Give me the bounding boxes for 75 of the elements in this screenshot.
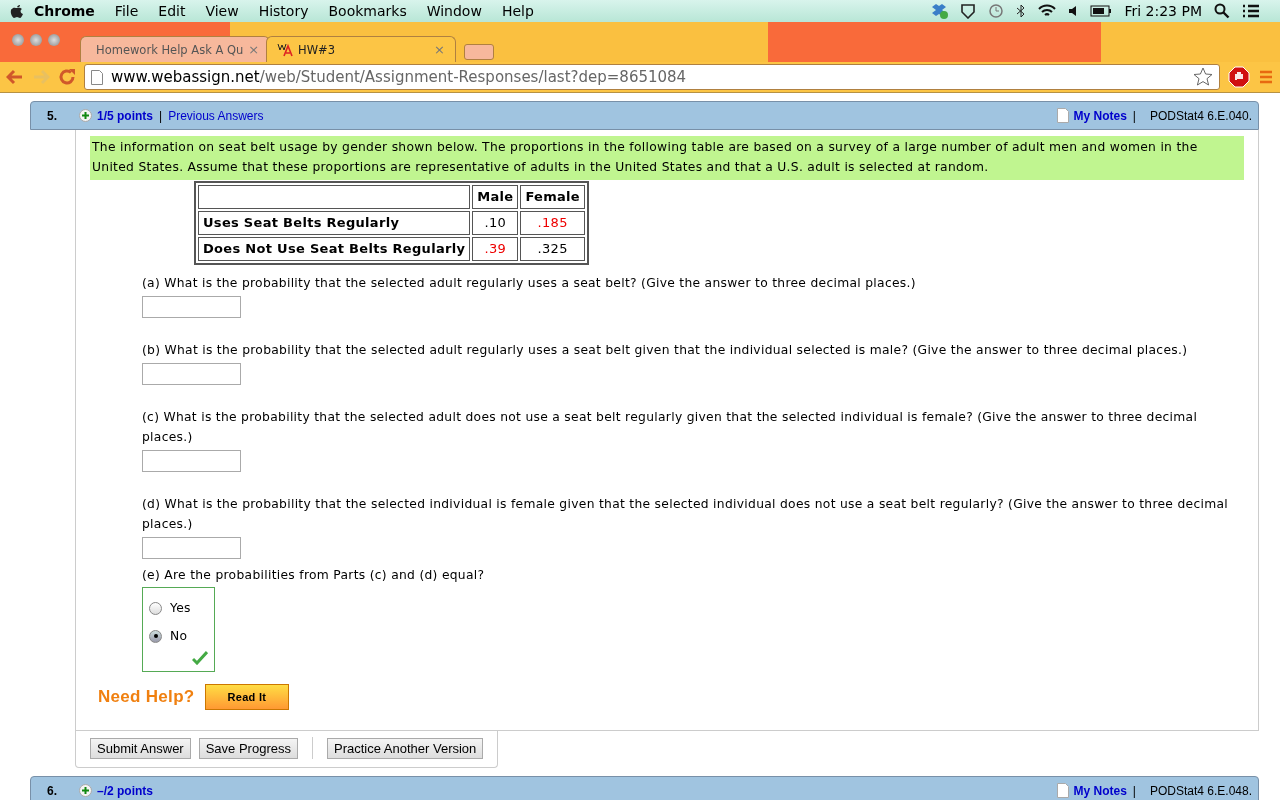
menu-item[interactable]: Edit [148,3,196,19]
question-prompt: (d) What is the probability that the selected individual is female given that the selected individual does not use a seat belt regularly? (Give the answer to three decimal places.) [142,496,1229,533]
address-bar[interactable]: www.webassign.net/web/Student/Assignment-Responses/last?dep=8651084 [84,64,1220,90]
clock-icon[interactable] [988,3,1005,19]
table-cell: .325 [520,237,585,261]
speaker-icon[interactable] [1068,5,1079,17]
my-notes-link[interactable]: My Notes [1073,783,1127,798]
radio-button[interactable] [149,629,162,643]
plus-icon[interactable] [79,109,92,122]
box-icon[interactable] [930,3,949,19]
page-icon [91,69,103,85]
close-window-button[interactable] [12,34,24,46]
menu-item[interactable]: Window [416,3,492,19]
answer-field[interactable] [142,450,241,472]
question-prompt: (e) Are the probabilities from Parts (c) and (d) equal? [142,567,486,584]
row-header: Uses Seat Belts Regularly [198,211,471,235]
table-cell: .185 [520,211,585,235]
answer-field[interactable] [142,296,241,318]
form-button[interactable]: Practice Another Version [326,737,484,759]
separator: | [159,108,163,123]
apple-icon[interactable] [10,3,24,19]
list-icon[interactable] [1242,4,1260,18]
reload-icon[interactable] [58,68,76,86]
menu-item[interactable]: Bookmarks [318,3,417,19]
row-header: Does Not Use Seat Belts Regularly [198,237,471,261]
plus-icon[interactable] [79,784,92,797]
menu-icon[interactable] [1258,69,1274,85]
shield-icon[interactable] [960,3,977,19]
star-icon[interactable] [1193,67,1213,87]
document-icon [1057,108,1070,123]
browser-tab[interactable]: HW#3 × [266,36,456,62]
radio-button[interactable] [149,601,162,615]
separator: | [1132,783,1136,798]
question-number: 5. [47,108,58,123]
question-number: 6. [47,783,58,798]
form-button[interactable]: Submit Answer [90,737,191,759]
points-link[interactable]: 1/5 points [97,108,153,123]
bluetooth-icon[interactable] [1016,4,1027,18]
answer-field[interactable] [142,363,241,385]
previous-answers-link[interactable]: Previous Answers [168,108,264,123]
menu-item[interactable]: Help [491,3,544,19]
separator: | [1132,108,1136,123]
menu-item[interactable]: View [195,3,249,19]
menu-item[interactable]: History [248,3,319,19]
form-button[interactable]: Save Progress [198,737,298,759]
wifi-icon[interactable] [1038,4,1057,18]
new-tab-button[interactable] [464,44,494,60]
search-icon[interactable] [1214,3,1230,19]
menu-item[interactable]: File [104,3,149,19]
app-menu[interactable]: Chrome [24,3,105,19]
stop-hand-icon[interactable] [1228,66,1250,88]
table-cell: .10 [472,211,519,235]
back-icon[interactable] [6,69,24,85]
option-label[interactable]: Yes [170,598,191,618]
question-prompt: (a) What is the probability that the selected adult regularly uses a seat belt? (Give the answer to three decimal places.) [142,275,917,292]
column-header: Male [472,185,519,209]
battery-icon[interactable] [1090,5,1113,17]
question-prompt: (b) What is the probability that the selected adult regularly uses a seat belt given that the individual selected is male? (Give the answer to three decimal places.) [142,342,1189,359]
question-prompt: (c) What is the probability that the selected adult does not use a seat belt regularly given that the selected individual is female? (Give the answer to three decimal places.) [142,409,1199,446]
site-logo-icon [277,42,293,57]
read-it-button[interactable]: Read It [204,684,290,710]
clock-text[interactable]: Fri 2:23 PM [1124,3,1202,19]
question-intro: The information on seat belt usage by gender shown below. The proportions in the following table are based on a survey of a large number of adult men and women in the United States. Assume that these proportions are representative of adults in the United States and that a U.S. adult is selected at random. [90,136,1244,180]
points-link[interactable]: –/2 points [97,783,153,798]
option-label[interactable]: No [170,626,188,646]
my-notes-link[interactable]: My Notes [1073,108,1127,123]
minimize-window-button[interactable] [30,34,42,46]
table-cell: .39 [472,237,519,261]
zoom-window-button[interactable] [48,34,60,46]
question-code: PODStat4 6.E.040. [1149,108,1252,123]
answer-field[interactable] [142,537,241,559]
document-icon [1057,783,1070,798]
question-code: PODStat4 6.E.048. [1149,783,1252,798]
column-header: Female [520,185,585,209]
need-help-label: Need Help? [98,687,195,707]
